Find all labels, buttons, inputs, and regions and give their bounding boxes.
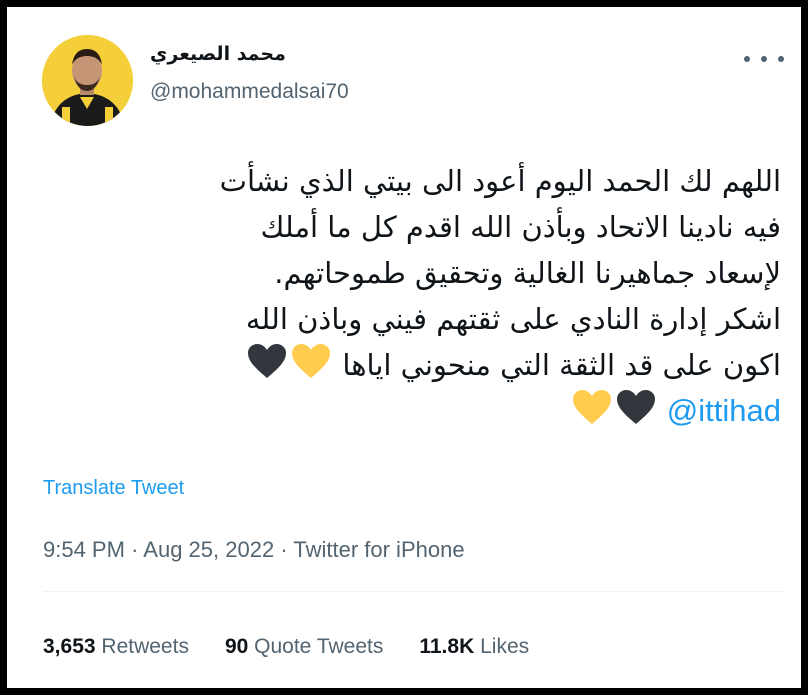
tweet-line: فيه نادينا الاتحاد وبأذن الله اقدم كل ما…	[260, 210, 781, 244]
meta-separator: ·	[280, 537, 288, 562]
divider	[43, 591, 783, 592]
tweet-source[interactable]: Twitter for iPhone	[293, 537, 464, 562]
mention-link[interactable]: @ittihad	[667, 393, 781, 428]
yellow-heart-icon	[291, 343, 331, 392]
quote-tweets-count: 90	[224, 635, 249, 658]
retweets-count: 3,653	[43, 635, 96, 658]
avatar-image	[42, 35, 133, 126]
tweet-stats: 3,653 Retweets 90 Quote Tweets 11.8K Lik…	[43, 635, 529, 659]
tweet-line: اكون على قد الثقة التي منحوني اياها	[342, 348, 781, 382]
tweet-line: اشكر إدارة النادي على ثقتهم فيني وباذن ا…	[245, 302, 781, 336]
author-name[interactable]: محمد الصيعري	[150, 43, 286, 65]
author-handle[interactable]: @mohammedalsai70	[150, 80, 349, 104]
yellow-heart-icon	[572, 389, 612, 438]
retweets-stat[interactable]: 3,653 Retweets	[43, 635, 189, 659]
tweet-line-with-hearts: اكون على قد الثقة التي منحوني اياها	[41, 342, 781, 388]
likes-stat[interactable]: 11.8K Likes	[419, 635, 529, 659]
avatar[interactable]	[42, 35, 133, 126]
tweet-date[interactable]: Aug 25, 2022	[143, 537, 274, 562]
black-heart-icon	[616, 389, 656, 438]
tweet-text: اللهم لك الحمد اليوم أعود الى بيتي الذي …	[41, 158, 781, 434]
tweet-meta: 9:54 PM · Aug 25, 2022 · Twitter for iPh…	[43, 537, 465, 563]
black-heart-icon	[247, 343, 287, 392]
more-icon[interactable]	[744, 47, 784, 71]
translate-tweet-link[interactable]: Translate Tweet	[43, 477, 184, 500]
tweet-line: لإسعاد جماهيرنا الغالية وتحقيق طموحاتهم.	[274, 256, 781, 290]
tweet-line: اللهم لك الحمد اليوم أعود الى بيتي الذي …	[219, 164, 781, 198]
tweet-line-mention: @ittihad	[41, 388, 781, 434]
quote-tweets-stat[interactable]: 90 Quote Tweets	[225, 635, 383, 659]
likes-count: 11.8K	[419, 635, 475, 658]
meta-separator: ·	[131, 537, 139, 562]
quote-tweets-label: Quote Tweets	[254, 635, 384, 658]
tweet-card: محمد الصيعري @mohammedalsai70 اللهم لك ا…	[7, 7, 801, 688]
tweet-time[interactable]: 9:54 PM	[43, 537, 125, 562]
retweets-label: Retweets	[101, 635, 189, 658]
likes-label: Likes	[480, 635, 530, 658]
